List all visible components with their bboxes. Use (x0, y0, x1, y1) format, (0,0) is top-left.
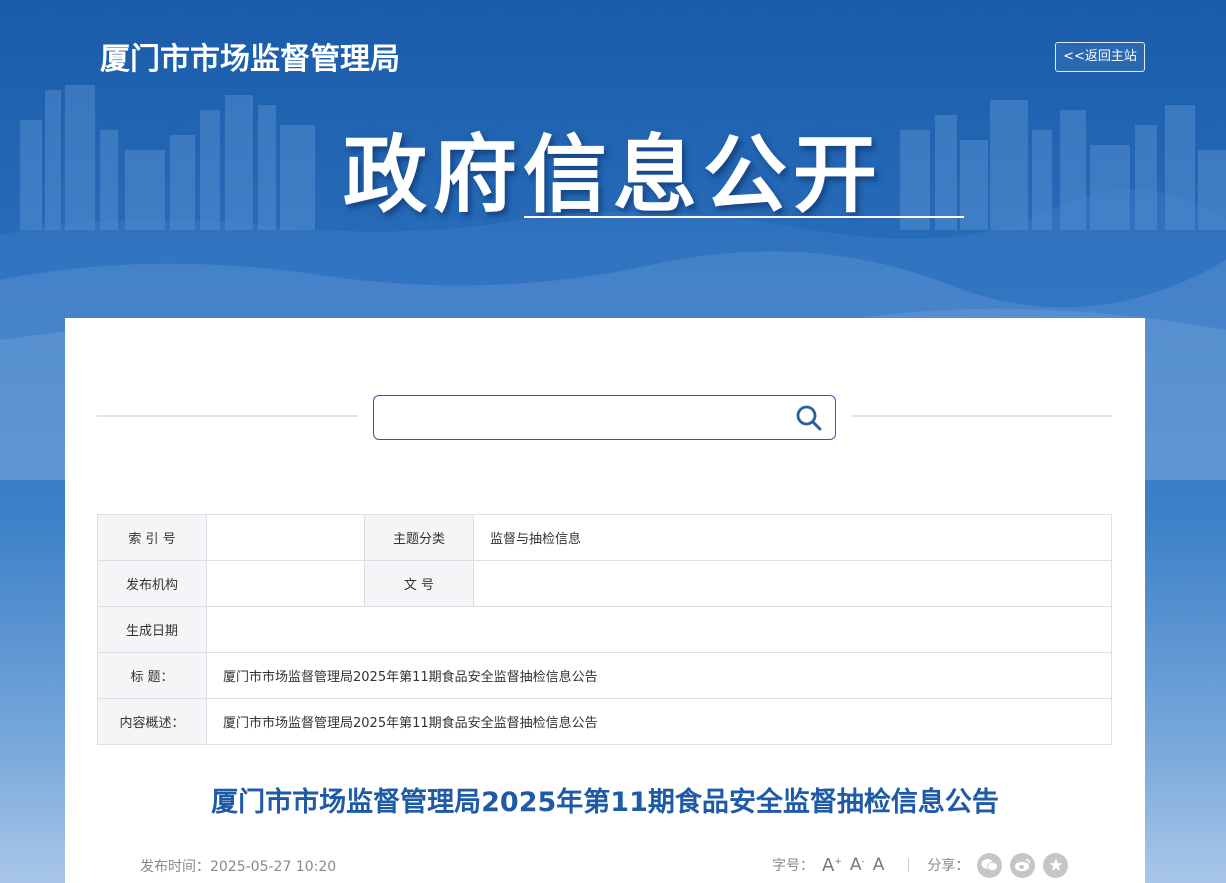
summary-value: 厦门市市场监督管理局2025年第11期食品安全监督抽检信息公告 (206, 698, 1112, 745)
font-large-button[interactable]: A+ (822, 855, 842, 876)
docno-label: 文 号 (364, 560, 474, 607)
search-box (373, 395, 836, 440)
back-home-button[interactable]: <<返回主站 (1055, 42, 1145, 72)
font-small-glyph: A (849, 855, 862, 875)
wechat-icon[interactable] (977, 852, 1003, 878)
font-small-button[interactable]: A- (850, 855, 865, 875)
share-label: 分享： (927, 858, 970, 874)
publisher-value (206, 560, 365, 607)
table-row: 生成日期 (97, 606, 1112, 653)
article-tools: 字号： A+ A- A 分享： (772, 850, 1069, 880)
hero-title: 政府信息公开 (342, 126, 883, 224)
font-large-glyph: A (822, 854, 835, 876)
table-row: 标 题： 厦门市市场监督管理局2025年第11期食品安全监督抽检信息公告 (97, 652, 1112, 699)
date-value (206, 606, 1112, 653)
site-title: 厦门市市场监督管理局 (100, 42, 400, 77)
content-panel: 索 引 号 主题分类 监督与抽检信息 发布机构 文 号 生成日期 标 题： 厦门… (65, 318, 1145, 883)
publish-time: 发布时间：2025-05-27 10:20 (140, 859, 337, 875)
publisher-label: 发布机构 (97, 560, 207, 607)
weibo-icon[interactable] (1010, 852, 1036, 878)
table-row: 发布机构 文 号 (97, 560, 1112, 607)
search-divider-right (851, 415, 1112, 417)
hero-underline (524, 216, 964, 218)
summary-label: 内容概述： (97, 698, 207, 745)
search-divider-left (97, 415, 358, 417)
font-size-label: 字号： (772, 858, 814, 874)
star-icon[interactable] (1043, 852, 1069, 878)
docno-value (473, 560, 1112, 607)
topic-value: 监督与抽检信息 (473, 514, 1112, 561)
table-row: 内容概述： 厦门市市场监督管理局2025年第11期食品安全监督抽检信息公告 (97, 698, 1112, 745)
index-label: 索 引 号 (97, 514, 207, 561)
search-icon[interactable] (795, 404, 823, 432)
title-value: 厦门市市场监督管理局2025年第11期食品安全监督抽检信息公告 (206, 652, 1112, 699)
date-label: 生成日期 (97, 606, 207, 653)
index-value (206, 514, 365, 561)
title-label: 标 题： (97, 652, 207, 699)
tools-divider (908, 858, 910, 872)
info-meta-table: 索 引 号 主题分类 监督与抽检信息 发布机构 文 号 生成日期 标 题： 厦门… (97, 514, 1112, 745)
topic-label: 主题分类 (364, 514, 474, 561)
table-row: 索 引 号 主题分类 监督与抽检信息 (97, 514, 1112, 561)
article-title: 厦门市市场监督管理局2025年第11期食品安全监督抽检信息公告 (211, 787, 999, 818)
font-reset-button[interactable]: A (873, 855, 885, 875)
search-input[interactable] (384, 402, 784, 433)
